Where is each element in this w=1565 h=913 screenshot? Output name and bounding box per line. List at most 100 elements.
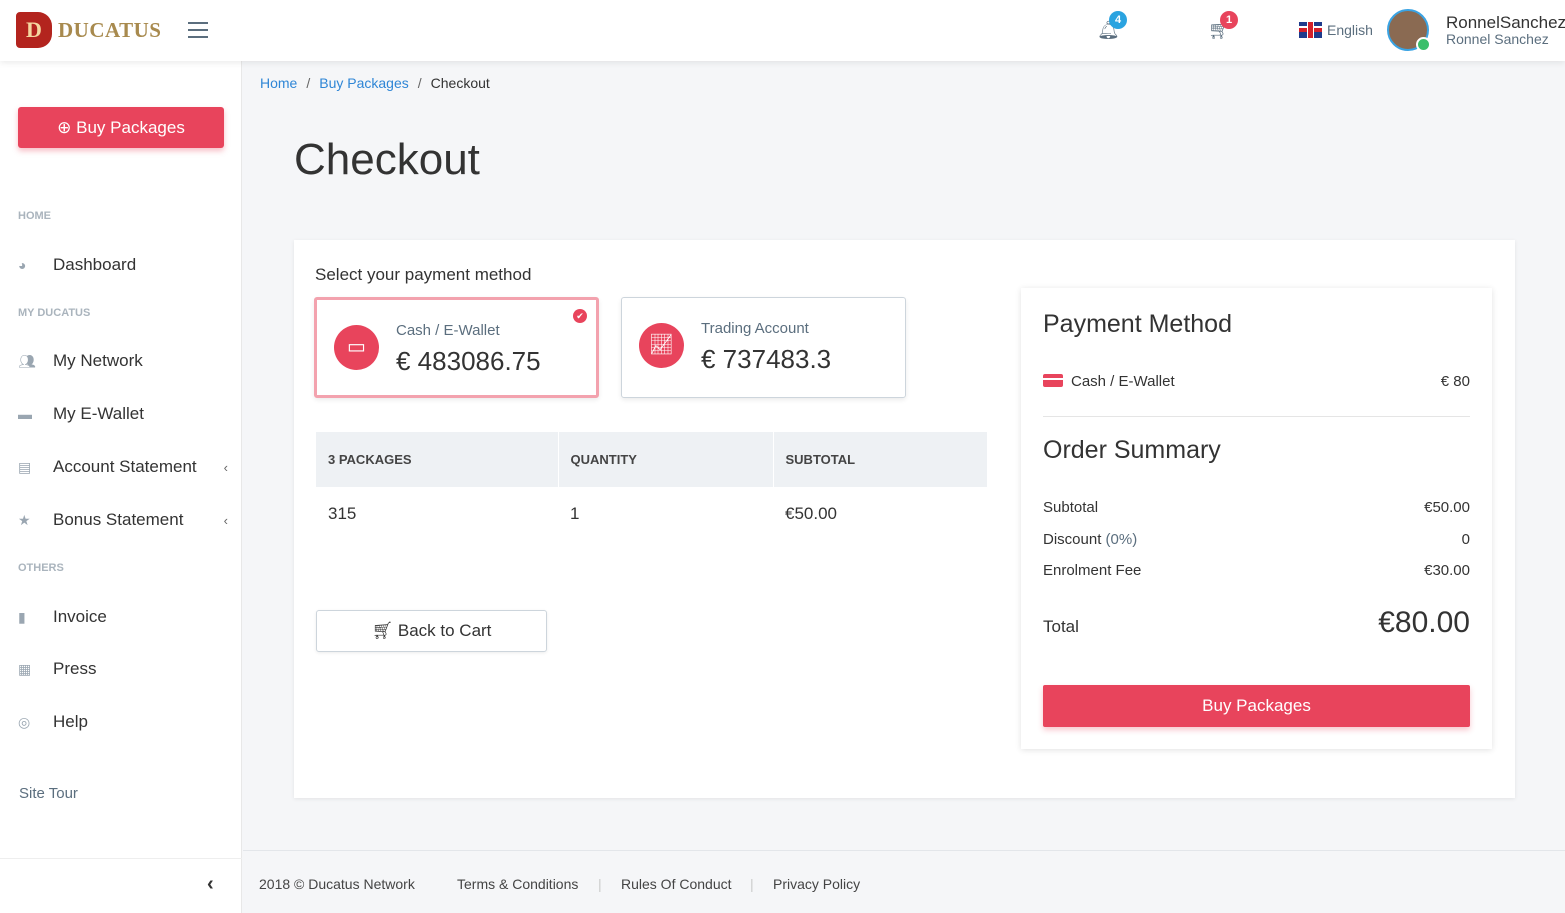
row-value: €30.00 — [1424, 562, 1470, 579]
column-header: SUBTOTAL — [773, 432, 988, 487]
footer-link-privacy[interactable]: Privacy Policy — [773, 876, 860, 892]
language-selector[interactable]: English — [1299, 22, 1373, 38]
buy-packages-button[interactable]: Buy Packages — [1043, 685, 1470, 727]
table-row: 315 1 €50.00 — [316, 487, 988, 541]
section-home: HOME — [18, 210, 51, 222]
table-cell: 1 — [570, 504, 580, 523]
cart-button[interactable]: 🛒︎ 1 — [1208, 11, 1238, 41]
footer: 2018 © Ducatus Network Terms & Condition… — [243, 850, 1565, 913]
site-tour-link[interactable]: Site Tour — [19, 785, 78, 802]
sidebar-collapse-button[interactable]: ‹ — [0, 858, 242, 913]
breadcrumb: Home / Buy Packages / Checkout — [260, 75, 490, 91]
footer-link-rules[interactable]: Rules Of Conduct — [621, 876, 732, 892]
sidebar-item-my-network[interactable]: 👥︎ My Network — [18, 351, 228, 371]
credit-card-icon: ▭ — [334, 325, 379, 370]
users-icon: 👥︎ — [18, 352, 36, 369]
sidebar-item-label: Dashboard — [53, 255, 137, 274]
selected-check-icon: ✔ — [573, 309, 587, 323]
language-label: English — [1327, 22, 1373, 38]
discount-row: Discount (0%) 0 — [1043, 531, 1470, 548]
row-label: Subtotal — [1043, 499, 1099, 516]
button-label: Buy Packages — [76, 118, 185, 137]
copyright: 2018 © Ducatus Network — [259, 876, 415, 892]
payment-option-label: Cash / E-Wallet — [396, 322, 500, 339]
sidebar-item-my-ewallet[interactable]: ▬ My E-Wallet — [18, 404, 228, 424]
sidebar-item-help[interactable]: ◎ Help — [18, 712, 228, 732]
payment-method-title: Payment Method — [1043, 310, 1232, 338]
packages-table: 3 PACKAGES QUANTITY SUBTOTAL 315 1 €50.00 — [316, 432, 988, 541]
cart-icon: 🛒︎ — [371, 621, 398, 640]
subtotal-row: Subtotal €50.00 — [1043, 499, 1470, 516]
notification-badge: 4 — [1109, 11, 1127, 29]
chevron-left-icon: ‹ — [223, 512, 228, 528]
online-check-icon — [1416, 37, 1431, 52]
breadcrumb-buy-packages[interactable]: Buy Packages — [319, 75, 409, 91]
dashboard-icon: ◕ — [18, 257, 27, 273]
brand-name: DUCATUS — [58, 17, 162, 42]
order-summary-panel: Payment Method Cash / E-Wallet € 80 Order… — [1021, 288, 1492, 749]
sidebar-item-bonus-statement[interactable]: ★ Bonus Statement ‹ — [18, 510, 228, 530]
chevron-left-icon: ‹ — [207, 873, 214, 895]
chevron-left-icon: ‹ — [223, 459, 228, 475]
checkout-card: Select your payment method ▭ Cash / E-Wa… — [294, 240, 1515, 798]
enrolment-fee-row: Enrolment Fee €30.00 — [1043, 562, 1470, 579]
back-to-cart-button[interactable]: 🛒︎ Back to Cart — [316, 610, 547, 652]
sidebar-item-label: Invoice — [53, 607, 107, 626]
id-card-icon: ▤ — [18, 458, 32, 475]
payment-option-label: Trading Account — [701, 320, 809, 337]
credit-card-icon — [1043, 374, 1063, 387]
sidebar-item-label: Help — [53, 712, 88, 731]
username[interactable]: RonnelSanchez — [1446, 13, 1565, 33]
sidebar-item-label: My Network — [53, 351, 143, 370]
button-label: Back to Cart — [397, 621, 492, 640]
method-amount: € 80 — [1440, 373, 1470, 390]
uk-flag-icon — [1299, 22, 1322, 38]
logo[interactable]: D DUCATUS — [16, 12, 161, 48]
sidebar-item-dashboard[interactable]: ◕ Dashboard — [18, 255, 228, 275]
payment-option-trading-account[interactable]: 📈︎ Trading Account € 737483.3 — [621, 297, 906, 398]
row-value: 0 — [1461, 531, 1470, 548]
wallet-icon: ▬ — [18, 406, 32, 422]
order-summary-title: Order Summary — [1043, 436, 1221, 464]
row-value: €50.00 — [1424, 499, 1470, 516]
sidebar-item-label: Bonus Statement — [53, 510, 184, 529]
sidebar-item-invoice[interactable]: ▮ Invoice — [18, 607, 228, 627]
star-icon: ★ — [18, 511, 31, 528]
menu-toggle-icon[interactable] — [188, 22, 208, 43]
table-cell: 315 — [328, 504, 357, 523]
total-row: Total €80.00 — [1043, 606, 1470, 640]
divider — [1043, 416, 1470, 417]
column-header: QUANTITY — [558, 432, 774, 487]
cart-badge: 1 — [1220, 11, 1238, 29]
breadcrumb-home[interactable]: Home — [260, 75, 297, 91]
method-label: Cash / E-Wallet — [1071, 373, 1175, 390]
sidebar-buy-packages-button[interactable]: ⊕ Buy Packages — [18, 107, 224, 148]
column-header: 3 PACKAGES — [316, 432, 559, 487]
payment-option-amount: € 737483.3 — [701, 344, 832, 374]
sidebar-item-press[interactable]: ▦ Press — [18, 659, 228, 679]
page-title: Checkout — [294, 135, 480, 184]
table-cell: €50.00 — [785, 504, 837, 523]
breadcrumb-current: Checkout — [430, 75, 490, 91]
file-icon: ▮ — [18, 608, 26, 625]
sidebar: ⊕ Buy Packages HOME ◕ Dashboard MY DUCATU… — [0, 61, 242, 913]
total-value: €80.00 — [1378, 606, 1470, 639]
sidebar-item-account-statement[interactable]: ▤ Account Statement ‹ — [18, 457, 228, 477]
top-bar: D DUCATUS 🔔︎ 4 🛒︎ 1 English RonnelSanchez R… — [0, 0, 1565, 61]
payment-prompt: Select your payment method — [315, 265, 532, 284]
payment-option-amount: € 483086.75 — [396, 346, 541, 376]
notifications-button[interactable]: 🔔︎ 4 — [1097, 11, 1127, 41]
payment-method-row: Cash / E-Wallet € 80 — [1043, 373, 1470, 390]
section-my-ducatus: MY DUCATUS — [18, 307, 91, 319]
lion-logo-icon: D — [16, 12, 52, 48]
footer-link-terms[interactable]: Terms & Conditions — [457, 876, 578, 892]
payment-option-cash-ewallet[interactable]: ▭ Cash / E-Wallet € 483086.75 ✔ — [314, 297, 599, 398]
avatar[interactable] — [1387, 9, 1431, 52]
user-full-name: Ronnel Sanchez — [1446, 31, 1549, 47]
plus-circle-icon: ⊕ — [57, 118, 77, 137]
section-others: OTHERS — [18, 562, 64, 574]
newspaper-icon: ▦ — [18, 660, 32, 677]
row-label: Discount — [1043, 531, 1102, 548]
lifebuoy-icon: ◎ — [18, 713, 31, 730]
sidebar-item-label: Account Statement — [53, 457, 197, 476]
